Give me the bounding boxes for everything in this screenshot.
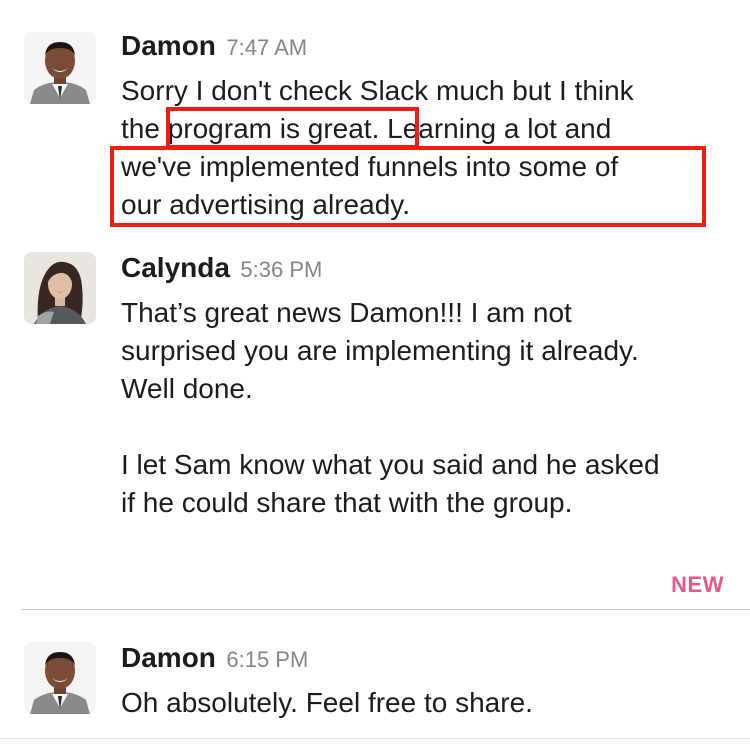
message-line: Sorry I don't check Slack much but I thi… <box>121 75 634 106</box>
message-line: Oh absolutely. Feel free to share. <box>121 687 533 718</box>
avatar-image <box>24 252 96 324</box>
new-messages-label: NEW <box>671 572 724 597</box>
message-timestamp[interactable]: 6:15 PM <box>226 647 308 672</box>
message-line: That’s great news Damon!!! I am not <box>121 297 572 328</box>
message-line: the program is great. Learning a lot and <box>121 113 612 144</box>
calynda-avatar[interactable] <box>24 252 96 324</box>
message-header: Damon 7:47 AM <box>121 30 307 62</box>
avatar-image <box>24 32 96 104</box>
message-text: Sorry I don't check Slack much but I thi… <box>121 72 733 224</box>
damon-avatar[interactable] <box>24 32 96 104</box>
message-line <box>121 408 733 446</box>
message-line: I let Sam know what you said and he aske… <box>121 449 660 480</box>
avatar-image <box>24 642 96 714</box>
sender-name[interactable]: Damon <box>121 642 216 673</box>
message-timestamp[interactable]: 5:36 PM <box>240 257 322 282</box>
message-text: Oh absolutely. Feel free to share. <box>121 684 733 722</box>
message-line: surprised you are implementing it alread… <box>121 335 639 366</box>
new-messages-divider <box>22 609 750 610</box>
damon-avatar[interactable] <box>24 642 96 714</box>
message-header: Damon 6:15 PM <box>121 642 308 674</box>
sender-name[interactable]: Damon <box>121 30 216 61</box>
message-line: Well done. <box>121 373 253 404</box>
message-text: That’s great news Damon!!! I am not surp… <box>121 294 733 522</box>
message-line: our advertising already. <box>121 189 410 220</box>
bottom-divider <box>0 738 750 739</box>
message-header: Calynda 5:36 PM <box>121 252 322 284</box>
message-line: we've implemented funnels into some of <box>121 151 619 182</box>
message-timestamp[interactable]: 7:47 AM <box>226 35 307 60</box>
sender-name[interactable]: Calynda <box>121 252 230 283</box>
message-line: if he could share that with the group. <box>121 487 573 518</box>
